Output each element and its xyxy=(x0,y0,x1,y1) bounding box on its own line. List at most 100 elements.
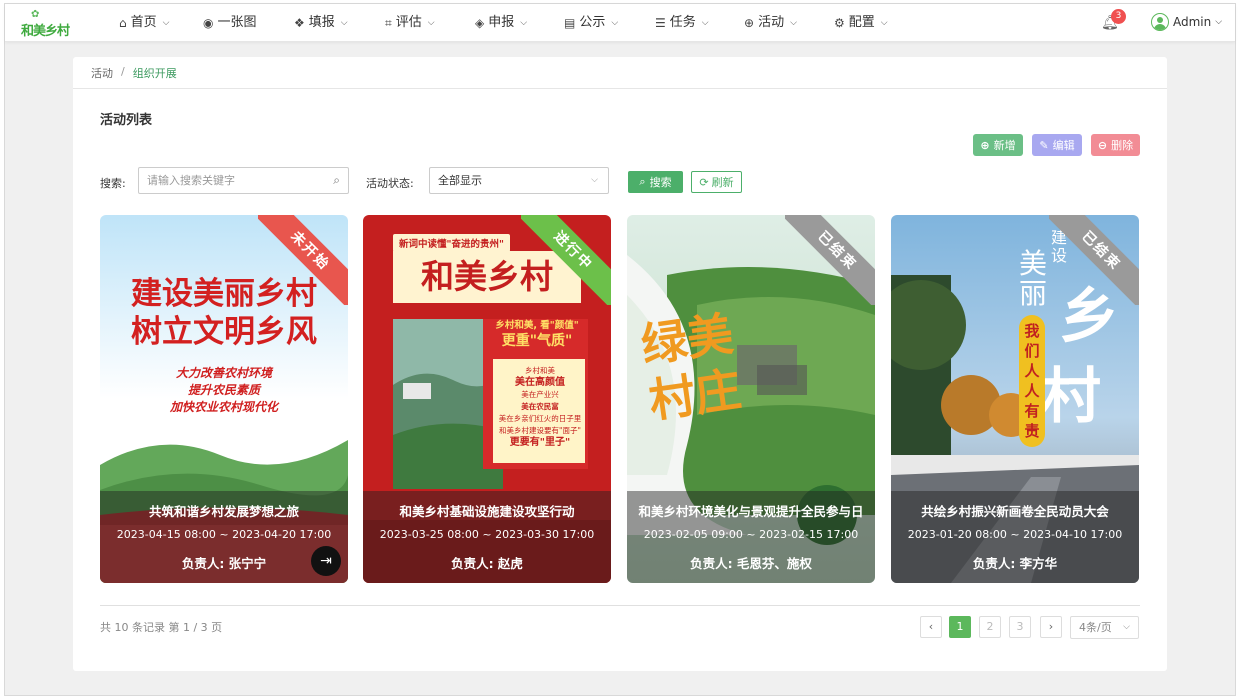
minus-circle-icon: ⊖ xyxy=(1097,138,1108,152)
edit-button[interactable]: ✎ 编辑 xyxy=(1032,134,1082,156)
page-title: 活动列表 xyxy=(100,113,153,128)
pagination-divider xyxy=(100,605,1140,606)
page-button-2[interactable]: 2 xyxy=(979,616,1001,638)
chevron-down-icon: ⌵ xyxy=(880,18,888,28)
poster-quote: 乡村和美, 看"颜值" 更重"气质" xyxy=(495,320,579,349)
card-dates: 2023-01-20 08:00 ~ 2023-04-10 17:00 xyxy=(907,528,1123,541)
activity-card[interactable]: 建设 美丽 乡 村 我们人人有责 已结束 共绘乡村振兴新画卷全民动员大会 202… xyxy=(891,215,1139,583)
user-avatar-icon xyxy=(1151,13,1169,31)
activity-card[interactable]: 新词中读懂"奋进的贵州" 和美乡村 乡村和美, 看"颜值" 更重"气质" 乡村和… xyxy=(363,215,611,583)
chevron-down-icon: ⌵ xyxy=(591,175,598,185)
breadcrumb-separator: / xyxy=(121,65,125,78)
chevron-down-icon: ⌵ xyxy=(340,18,348,28)
activity-card[interactable]: 建设美丽乡村 树立文明乡风 大力改善农村环境 提升农民素质 加快农业农村现代化 … xyxy=(100,215,348,583)
chevron-down-icon: ⌵ xyxy=(427,18,435,28)
search-label: 搜索: xyxy=(100,177,126,190)
globe-icon: ◉ xyxy=(203,16,214,30)
status-ribbon: 未开始 xyxy=(258,215,348,305)
poster-slogan: 我们人人有责 xyxy=(1019,315,1045,447)
nav-item-activity[interactable]: ⊕ 活动 ⌵ xyxy=(744,4,797,42)
card-info: 共绘乡村振兴新画卷全民动员大会 2023-01-20 08:00 ~ 2023-… xyxy=(891,491,1139,583)
add-button[interactable]: ⊕ 新增 xyxy=(973,134,1023,156)
top-navigation: ✿ 和美乡村 ⌂ 首页 ⌵ ◉ 一张图 ❖ 填报 ⌵ ⌗ 评估 ⌵ ◈ 申报 ⌵… xyxy=(5,4,1235,42)
next-page-button[interactable]: › xyxy=(1040,616,1062,638)
status-ribbon: 进行中 xyxy=(521,215,611,305)
status-label: 活动状态: xyxy=(366,177,414,190)
page-button-3[interactable]: 3 xyxy=(1009,616,1031,638)
logo-leaf-icon: ✿ xyxy=(31,9,40,20)
card-info: 共筑和谐乡村发展梦想之旅 2023-04-15 08:00 ~ 2023-04-… xyxy=(100,491,348,583)
poster-calligraphy: 绿美村庄 xyxy=(637,306,745,429)
search-icon: ⌕ xyxy=(333,173,340,187)
status-select-value: 全部显示 xyxy=(438,174,482,187)
delete-button[interactable]: ⊖ 删除 xyxy=(1091,134,1140,156)
card-dates: 2023-02-05 09:00 ~ 2023-02-15 17:00 xyxy=(643,528,859,541)
poster-body: 乡村和美 美在高颜值 美在产业兴 美在农民富 美在乡亲们红火的日子里 和美乡村建… xyxy=(498,366,582,448)
edit-icon: ✎ xyxy=(1039,138,1049,152)
search-icon: ⌕ xyxy=(639,175,646,188)
layers-icon: ◈ xyxy=(475,16,485,30)
card-title: 共筑和谐乡村发展梦想之旅 xyxy=(148,504,299,519)
nav-item-map[interactable]: ◉ 一张图 xyxy=(203,4,257,42)
chevron-down-icon: ⌵ xyxy=(701,18,709,28)
activity-card[interactable]: 绿美村庄 已结束 和美乡村环境美化与景观提升全民参与日 2023-02-05 0… xyxy=(627,215,875,583)
content-panel: 活动 / 组织开展 活动列表 ⊕ 新增 ✎ 编辑 ⊖ 删除 搜索: 请输入搜索关… xyxy=(73,57,1167,671)
app-frame: ✿ 和美乡村 ⌂ 首页 ⌵ ◉ 一张图 ❖ 填报 ⌵ ⌗ 评估 ⌵ ◈ 申报 ⌵… xyxy=(4,3,1236,696)
chevron-down-icon: ⌵ xyxy=(520,18,528,28)
search-placeholder: 请输入搜索关键字 xyxy=(147,174,235,187)
plus-circle-icon: ⊕ xyxy=(980,138,990,152)
status-ribbon: 已结束 xyxy=(1049,215,1139,305)
nav-item-tasks[interactable]: ☰ 任务 ⌵ xyxy=(655,4,709,42)
pagination-summary: 共 10 条记录 第 1 / 3 页 xyxy=(100,621,223,634)
breadcrumb-divider xyxy=(73,88,1167,89)
poster-subtitle: 大力改善农村环境 提升农民素质 加快农业农村现代化 xyxy=(169,366,278,414)
notification-count-badge: 3 xyxy=(1111,9,1126,24)
nav-item-apply[interactable]: ◈ 申报 ⌵ xyxy=(475,4,527,42)
lifebuoy-icon: ⊕ xyxy=(744,16,755,30)
status-ribbon: 已结束 xyxy=(785,215,875,305)
card-info: 和美乡村基础设施建设攻坚行动 2023-03-25 08:00 ~ 2023-0… xyxy=(363,491,611,583)
gear-icon: ⚙ xyxy=(834,16,845,30)
chevron-down-icon: ⌵ xyxy=(790,18,797,28)
breadcrumb: 活动 / 组织开展 xyxy=(91,65,177,81)
enter-icon[interactable]: ⇥ xyxy=(311,546,341,576)
nav-item-home[interactable]: ⌂ 首页 ⌵ xyxy=(119,4,169,42)
card-dates: 2023-03-25 08:00 ~ 2023-03-30 17:00 xyxy=(379,528,595,541)
user-menu[interactable]: Admin ⌵ xyxy=(1151,13,1222,31)
page-size-select[interactable]: 4条/页 ⌵ xyxy=(1070,616,1139,639)
card-title: 共绘乡村振兴新画卷全民动员大会 xyxy=(921,504,1109,519)
refresh-icon: ⟳ xyxy=(699,175,709,189)
breadcrumb-current: 组织开展 xyxy=(132,67,177,80)
page-button-1[interactable]: 1 xyxy=(949,616,971,638)
cubes-icon: ❖ xyxy=(294,16,305,30)
refresh-button[interactable]: ⟳ 刷新 xyxy=(691,171,742,193)
card-person: 负责人: 赵虎 xyxy=(451,556,523,571)
chevron-down-icon: ⌵ xyxy=(1123,622,1130,632)
card-title: 和美乡村基础设施建设攻坚行动 xyxy=(399,504,575,519)
card-person: 负责人: 李方华 xyxy=(972,556,1058,571)
status-select[interactable]: 全部显示 ⌵ xyxy=(429,167,609,194)
newspaper-icon: ▤ xyxy=(564,16,576,30)
nav-item-config[interactable]: ⚙ 配置 ⌵ xyxy=(834,4,888,42)
card-person: 负责人: 毛恩芬、施权 xyxy=(690,556,812,571)
card-info: 和美乡村环境美化与景观提升全民参与日 2023-02-05 09:00 ~ 20… xyxy=(627,491,875,583)
poster-cun: 村 xyxy=(1041,362,1101,432)
user-name: Admin xyxy=(1173,15,1212,29)
chevron-down-icon: ⌵ xyxy=(162,18,170,28)
card-dates: 2023-04-15 08:00 ~ 2023-04-20 17:00 xyxy=(116,528,332,541)
nav-item-assess[interactable]: ⌗ 评估 ⌵ xyxy=(385,4,435,42)
breadcrumb-parent[interactable]: 活动 xyxy=(91,65,113,81)
search-button[interactable]: ⌕ 搜索 xyxy=(628,171,683,193)
app-logo[interactable]: ✿ 和美乡村 xyxy=(17,9,73,40)
crop-icon: ⌗ xyxy=(385,16,392,30)
card-title: 和美乡村环境美化与景观提升全民参与日 xyxy=(638,504,864,519)
chevron-down-icon: ⌵ xyxy=(1215,17,1223,27)
search-input[interactable]: 请输入搜索关键字 ⌕ xyxy=(138,167,349,194)
tasks-icon: ☰ xyxy=(655,16,666,30)
prev-page-button[interactable]: ‹ xyxy=(920,616,942,638)
chevron-down-icon: ⌵ xyxy=(611,18,619,28)
poster-tag: 新词中读懂"奋进的贵州" xyxy=(393,234,510,252)
nav-item-fill[interactable]: ❖ 填报 ⌵ xyxy=(294,4,348,42)
nav-item-publicity[interactable]: ▤ 公示 ⌵ xyxy=(564,4,618,42)
home-icon: ⌂ xyxy=(119,16,127,30)
